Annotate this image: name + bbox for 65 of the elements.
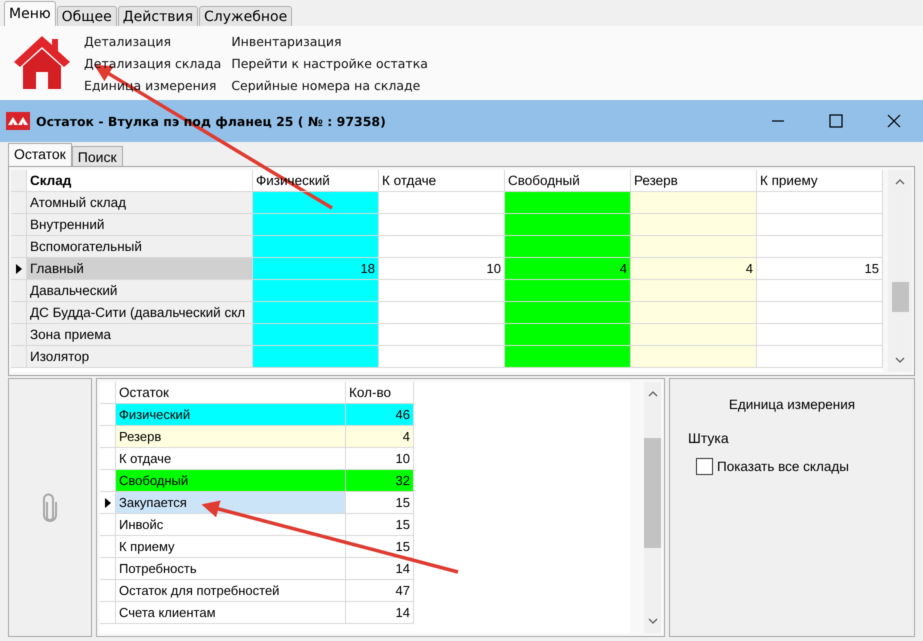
- app-logo-icon: [6, 112, 30, 130]
- unit-heading: Единица измерения: [728, 397, 856, 412]
- ribbon-tab[interactable]: Действия: [118, 6, 198, 26]
- scroll-thumb[interactable]: [644, 438, 661, 548]
- table-cell: 4: [346, 426, 414, 448]
- table-cell: 46: [346, 404, 414, 426]
- table-cell: 15: [346, 514, 414, 536]
- table-cell: 10: [346, 448, 414, 470]
- checkbox-label[interactable]: Показать все склады: [717, 459, 849, 474]
- table-cell: 4: [631, 258, 757, 280]
- row-header[interactable]: [100, 492, 116, 514]
- table-cell[interactable]: Счета клиентам: [116, 602, 346, 624]
- table-cell: 14: [346, 558, 414, 580]
- tab[interactable]: Поиск: [72, 146, 123, 166]
- maximize-icon[interactable]: [828, 113, 844, 129]
- table-cell[interactable]: Остаток для потребностей: [116, 580, 346, 602]
- menu-link[interactable]: Инвентаризация: [231, 31, 428, 53]
- paperclip-icon[interactable]: [42, 492, 58, 522]
- close-icon[interactable]: [886, 113, 902, 129]
- table-cell[interactable]: ДС Будда-Сити (давальческий скл: [27, 302, 253, 324]
- table-cell: 32: [346, 470, 414, 492]
- scroll-down-icon[interactable]: [648, 617, 658, 625]
- ribbon-tab[interactable]: Общее: [56, 6, 117, 26]
- table-cell[interactable]: Инвойс: [116, 514, 346, 536]
- menu-link[interactable]: Детализация: [84, 31, 222, 53]
- table-cell[interactable]: Главный: [27, 258, 253, 280]
- table-cell[interactable]: Давальческий: [27, 280, 253, 302]
- checkbox[interactable]: [696, 458, 713, 475]
- menu-link[interactable]: Перейти к настройке остатка: [231, 53, 428, 75]
- table-cell[interactable]: Закупается: [116, 492, 346, 514]
- scroll-down-icon[interactable]: [895, 356, 905, 364]
- table-cell: 14: [346, 602, 414, 624]
- table-cell[interactable]: К приему: [116, 536, 346, 558]
- table-cell: 18: [253, 258, 379, 280]
- ribbon-tab[interactable]: Служебное: [199, 6, 292, 26]
- row-pointer-icon: [104, 498, 110, 508]
- scrollbar[interactable]: [644, 382, 661, 633]
- table-cell: 10: [379, 258, 505, 280]
- table-cell[interactable]: Вспомогательный: [27, 236, 253, 258]
- table-cell[interactable]: Потребность: [116, 558, 346, 580]
- corner-header: [11, 170, 27, 192]
- house-icon[interactable]: [12, 34, 72, 90]
- table-cell[interactable]: Изолятор: [27, 346, 253, 368]
- ribbon-tab[interactable]: Меню: [4, 1, 56, 26]
- table-cell: 15: [346, 492, 414, 514]
- table-cell: 4: [505, 258, 631, 280]
- scroll-thumb[interactable]: [892, 282, 908, 312]
- table-cell[interactable]: Физический: [116, 404, 346, 426]
- row-pointer-icon: [16, 264, 22, 274]
- tab[interactable]: Остаток: [8, 143, 72, 166]
- table-cell[interactable]: Резерв: [116, 426, 346, 448]
- table-cell: 47: [346, 580, 414, 602]
- table-cell: 15: [757, 258, 883, 280]
- scroll-up-icon[interactable]: [895, 178, 905, 186]
- table-cell[interactable]: Свободный: [116, 470, 346, 492]
- unit-label: Штука: [688, 430, 730, 446]
- row-header[interactable]: [11, 258, 27, 280]
- scroll-up-icon[interactable]: [648, 390, 658, 398]
- table-cell[interactable]: К отдаче: [116, 448, 346, 470]
- table-cell[interactable]: Зона приема: [27, 324, 253, 346]
- table-cell[interactable]: Внутренний: [27, 214, 253, 236]
- menu-link[interactable]: Детализация склада: [84, 53, 222, 75]
- table-cell[interactable]: Атомный склад: [27, 192, 253, 214]
- scrollbar[interactable]: [888, 170, 912, 372]
- menu-link[interactable]: Серийные номера на складе: [231, 75, 428, 97]
